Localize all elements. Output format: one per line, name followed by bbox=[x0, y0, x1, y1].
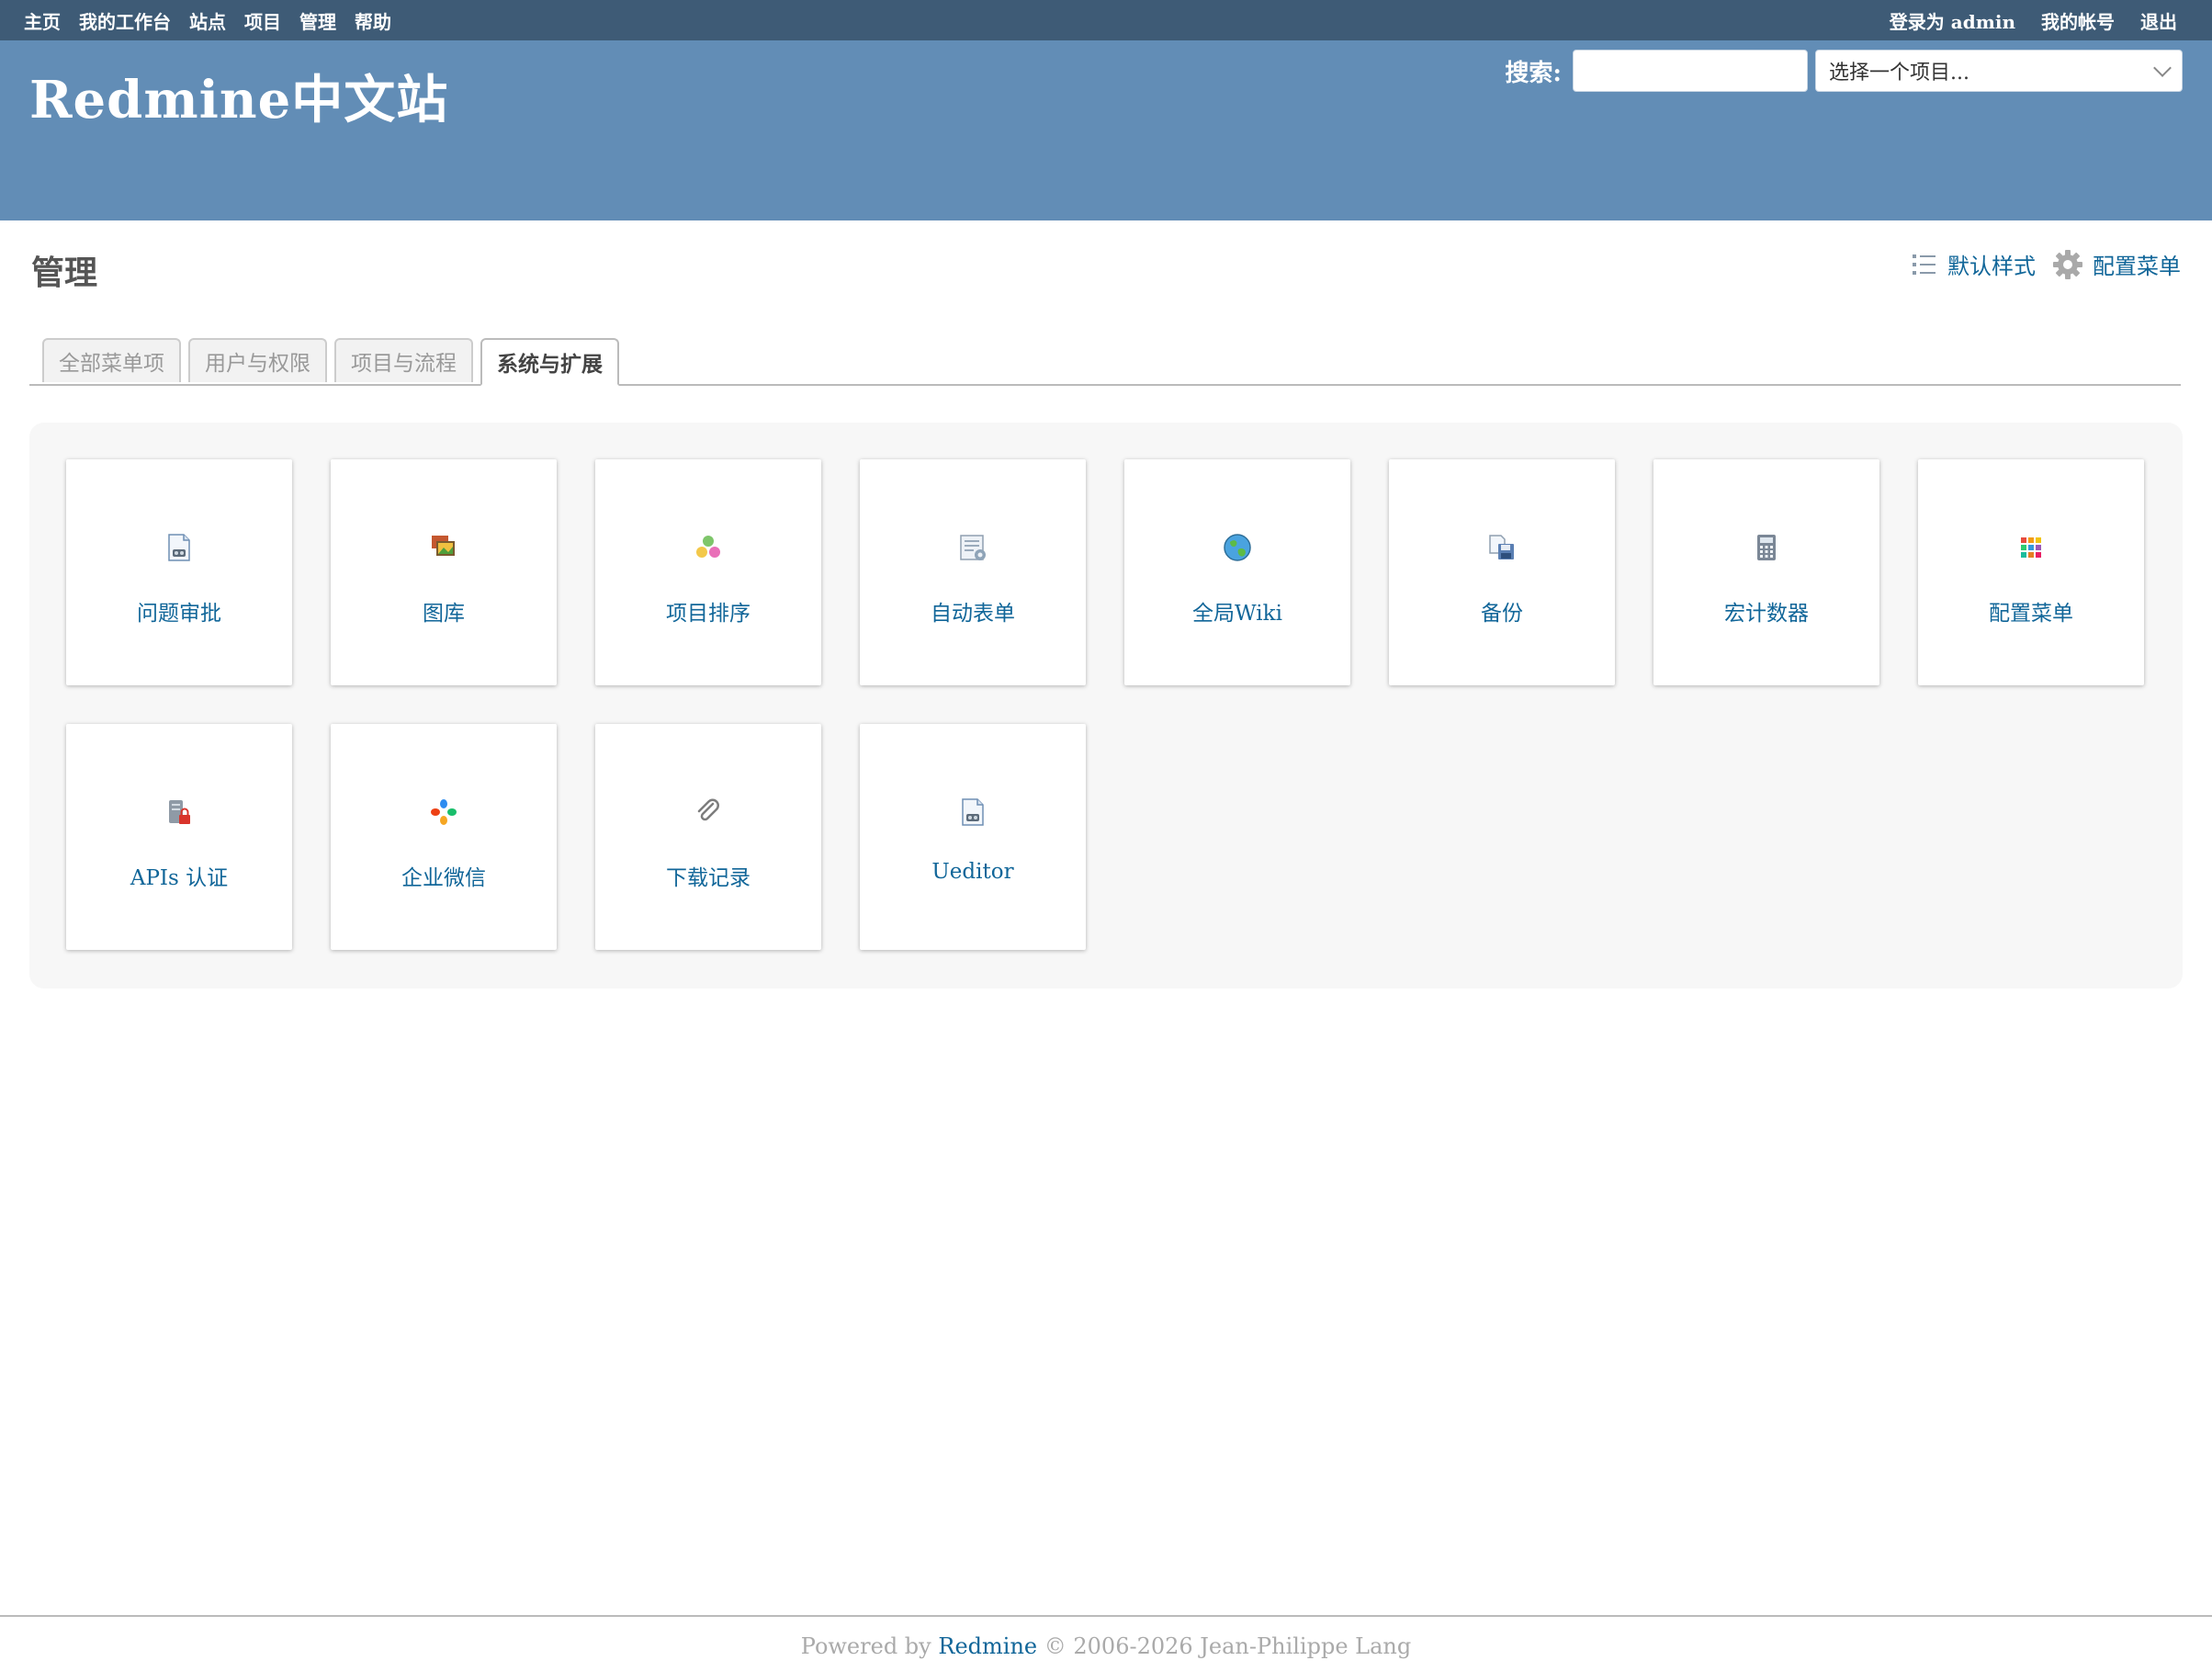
gear-icon bbox=[2053, 249, 2082, 279]
backup-icon bbox=[1489, 535, 1514, 559]
card-label: 图库 bbox=[423, 602, 465, 626]
default-style-label: 默认样式 bbox=[1947, 254, 2036, 279]
top-menu: 主页 我的工作台 站点 项目 管理 帮助 登录为 admin 我的帐号 退出 bbox=[0, 0, 2212, 40]
server-lock-icon bbox=[169, 800, 190, 824]
footer-redmine-link[interactable]: Redmine bbox=[938, 1633, 1037, 1659]
grid-icon bbox=[2021, 537, 2041, 558]
gallery-icon bbox=[432, 536, 455, 556]
menu-administration[interactable]: 管理 bbox=[299, 7, 336, 34]
card-label: Ueditor bbox=[931, 860, 1014, 884]
card-ueditor[interactable]: Ueditor bbox=[860, 724, 1086, 950]
header: Redmine中文站 搜索: 选择一个项目... bbox=[0, 40, 2212, 220]
card-label: APIs 认证 bbox=[130, 866, 229, 890]
footer-prefix: Powered by bbox=[800, 1633, 931, 1659]
card-auto-forms[interactable]: 自动表单 bbox=[860, 459, 1086, 685]
card-issue-approval[interactable]: 问题审批 bbox=[66, 459, 292, 685]
top-menu-left: 主页 我的工作台 站点 项目 管理 帮助 bbox=[24, 0, 391, 40]
tab-projects-workflow[interactable]: 项目与流程 bbox=[334, 338, 473, 382]
form-icon bbox=[960, 535, 986, 560]
dots-icon bbox=[696, 536, 720, 558]
document-icon bbox=[962, 798, 984, 826]
menu-sites[interactable]: 站点 bbox=[189, 7, 226, 34]
tabs: 全部菜单项 用户与权限 项目与流程 系统与扩展 bbox=[29, 336, 2181, 386]
wechat-icon bbox=[431, 799, 457, 825]
card-label: 备份 bbox=[1481, 602, 1523, 626]
card-configure-menu[interactable]: 配置菜单 bbox=[1918, 459, 2144, 685]
configure-menu-label: 配置菜单 bbox=[2093, 254, 2181, 279]
tab-all-menu-items[interactable]: 全部菜单项 bbox=[42, 338, 181, 382]
calculator-icon bbox=[1757, 535, 1776, 560]
card-label: 自动表单 bbox=[931, 602, 1015, 626]
tab-users-permissions[interactable]: 用户与权限 bbox=[188, 338, 327, 382]
paperclip-icon bbox=[697, 798, 719, 821]
menu-my-page[interactable]: 我的工作台 bbox=[79, 7, 171, 34]
project-jump-select[interactable]: 选择一个项目... bbox=[1815, 50, 2183, 92]
card-wecom[interactable]: 企业微信 bbox=[331, 724, 557, 950]
menu-projects[interactable]: 项目 bbox=[244, 7, 281, 34]
card-label: 全局Wiki bbox=[1192, 602, 1282, 626]
menu-home[interactable]: 主页 bbox=[24, 7, 61, 34]
configure-menu-link[interactable]: 配置菜单 bbox=[2052, 248, 2181, 280]
footer: Powered by Redmine © 2006-2026 Jean-Phil… bbox=[0, 1615, 2212, 1672]
card-apis-auth[interactable]: APIs 认证 bbox=[66, 724, 292, 950]
default-style-link[interactable]: 默认样式 bbox=[1911, 248, 2036, 280]
search-input[interactable] bbox=[1573, 50, 1808, 92]
card-label: 项目排序 bbox=[666, 602, 750, 626]
site-title[interactable]: Redmine中文站 bbox=[29, 59, 448, 133]
card-project-sorting[interactable]: 项目排序 bbox=[595, 459, 821, 685]
card-label: 问题审批 bbox=[137, 602, 221, 626]
logout-link[interactable]: 退出 bbox=[2140, 7, 2177, 34]
search-label: 搜索: bbox=[1505, 59, 1562, 87]
card-macro-counter[interactable]: 宏计数器 bbox=[1653, 459, 1879, 685]
card-label: 下载记录 bbox=[666, 866, 750, 890]
top-menu-right: 登录为 admin 我的帐号 退出 bbox=[1890, 0, 2177, 40]
user-link[interactable]: admin bbox=[1951, 11, 2015, 33]
contextual-links: 默认样式 配置菜单 bbox=[1911, 248, 2181, 280]
chevron-down-icon bbox=[2153, 59, 2172, 77]
card-backup[interactable]: 备份 bbox=[1389, 459, 1615, 685]
card-download-log[interactable]: 下载记录 bbox=[595, 724, 821, 950]
page-title: 管理 bbox=[31, 254, 98, 292]
footer-copyright: © 2006-2026 Jean-Philippe Lang bbox=[1044, 1633, 1412, 1659]
my-account-link[interactable]: 我的帐号 bbox=[2041, 7, 2115, 34]
logged-in-prefix: 登录为 bbox=[1889, 10, 1945, 33]
card-gallery[interactable]: 图库 bbox=[331, 459, 557, 685]
card-label: 配置菜单 bbox=[1989, 602, 2073, 626]
globe-icon bbox=[1224, 534, 1251, 561]
quick-search: 搜索: 选择一个项目... bbox=[1505, 50, 2183, 92]
card-label: 宏计数器 bbox=[1724, 602, 1809, 626]
card-global-wiki[interactable]: 全局Wiki bbox=[1124, 459, 1350, 685]
card-label: 企业微信 bbox=[401, 866, 486, 890]
admin-menu-panel: 问题审批 图库 项目排序 自动表单 全局Wiki 备份 宏计数器 配置菜单 AP… bbox=[29, 423, 2183, 989]
project-jump-value: 选择一个项目... bbox=[1829, 62, 1969, 85]
list-icon bbox=[1913, 254, 1936, 275]
logged-in-as: 登录为 admin bbox=[1890, 7, 2015, 34]
tab-list: 全部菜单项 用户与权限 项目与流程 系统与扩展 bbox=[42, 338, 619, 386]
tab-system-extensions[interactable]: 系统与扩展 bbox=[480, 338, 619, 386]
document-icon bbox=[168, 534, 190, 561]
menu-help[interactable]: 帮助 bbox=[355, 7, 391, 34]
